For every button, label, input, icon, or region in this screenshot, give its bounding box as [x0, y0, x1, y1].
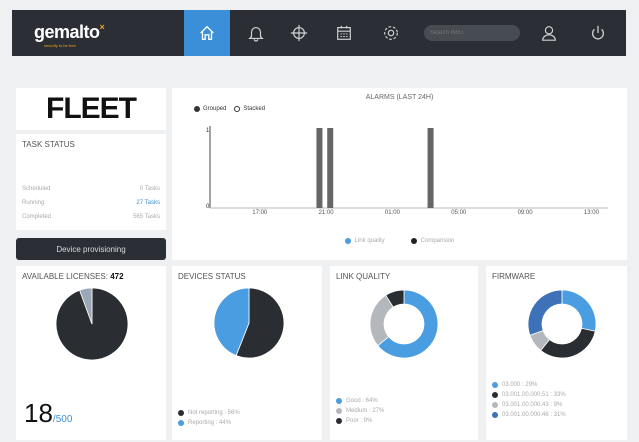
legend-item[interactable]: Not reporting : 56% — [178, 408, 240, 418]
legend-item[interactable]: 03.000 : 29% — [492, 380, 566, 390]
map-nav-button[interactable] — [276, 10, 322, 56]
x-tick-label: 01:00 — [384, 210, 400, 216]
logo-tagline: security to be free — [44, 43, 76, 48]
firmware-donut-chart — [528, 290, 596, 358]
legend-item[interactable]: Good : 64% — [336, 396, 384, 406]
donut-hole — [383, 303, 425, 345]
legend-item[interactable]: Medium : 27% — [336, 406, 384, 416]
user-nav-button[interactable] — [526, 10, 572, 56]
x-tick-label: 17:00 — [252, 210, 268, 216]
fleet-heading: FLEET — [16, 88, 166, 130]
stacked-option[interactable]: Stacked — [234, 106, 265, 112]
calendar-icon — [337, 25, 351, 40]
link-quality-title: LINK QUALITY — [336, 272, 391, 281]
alarms-title: ALARMS (LAST 24H) — [365, 94, 434, 101]
firmware-title: FIRMWARE — [492, 272, 536, 281]
task-status-panel: TASK STATUS Scheduled 0 Tasks Running 27… — [16, 134, 166, 230]
dark-dot-icon — [178, 410, 184, 416]
licenses-title: AVAILABLE LICENSES: 472 — [22, 272, 124, 281]
available-licenses-panel: AVAILABLE LICENSES: 472 18/500 — [16, 266, 166, 440]
task-row-scheduled[interactable]: Scheduled 0 Tasks — [22, 186, 160, 192]
grey-dot-icon — [492, 402, 498, 408]
task-row-completed[interactable]: Completed 565 Tasks — [22, 214, 160, 220]
search-imei-input[interactable] — [424, 25, 520, 41]
link-quality-panel: LINK QUALITY Good : 64% Medium : 27% Poo… — [330, 266, 478, 440]
bell-icon — [248, 27, 264, 42]
home-nav-button[interactable] — [184, 10, 230, 56]
x-tick-label: 13:00 — [583, 210, 599, 216]
x-tick-label: 21:00 — [318, 210, 334, 216]
legend-item[interactable]: 03.001.00.000.51 : 33% — [492, 390, 566, 400]
legend-link-quality[interactable]: Link quality — [344, 238, 385, 244]
gemalto-logo[interactable]: gemalto× — [34, 22, 105, 43]
licenses-used-count: 18/500 — [24, 398, 73, 428]
link-quality-legend: Good : 64% Medium : 27% Poor : 9% — [336, 396, 384, 426]
task-status-title: TASK STATUS — [22, 140, 75, 149]
dark-dot-icon — [492, 392, 498, 398]
logout-button[interactable] — [575, 10, 621, 56]
donut-hole — [541, 303, 583, 345]
navy-dot-icon — [492, 412, 498, 418]
devices-status-legend: Not reporting : 56% Reporting : 44% — [178, 408, 240, 428]
devices-status-pie-chart — [214, 288, 284, 358]
user-icon — [542, 26, 556, 41]
blue-dot-icon — [344, 238, 351, 244]
crosshair-icon — [290, 24, 308, 42]
alarms-nav-button[interactable] — [233, 10, 279, 56]
firmware-panel: FIRMWARE 03.000 : 29% 03.001.00.000.51 :… — [486, 266, 627, 440]
grouped-option[interactable]: Grouped — [194, 106, 226, 112]
task-value: 565 Tasks — [133, 214, 160, 220]
dark-dot-icon — [410, 238, 417, 244]
gear-icon — [384, 26, 398, 40]
blue-dot-icon — [178, 420, 184, 426]
radio-selected-icon — [194, 106, 200, 112]
x-tick-label: 05:00 — [451, 210, 467, 216]
link-quality-donut-chart — [370, 290, 438, 358]
grey-dot-icon — [336, 408, 342, 414]
alarm-bar[interactable] — [327, 128, 334, 208]
home-icon — [200, 25, 214, 40]
devices-status-title: DEVICES STATUS — [178, 272, 246, 281]
device-provisioning-button[interactable]: Device provisioning — [16, 238, 166, 260]
legend-item[interactable]: 03.001.00.000.43 : 9% — [492, 400, 566, 410]
settings-nav-button[interactable] — [368, 10, 414, 56]
task-value: 27 Tasks — [136, 200, 160, 206]
x-tick-label: 09:00 — [517, 210, 533, 216]
alarm-bar[interactable] — [316, 128, 323, 208]
task-row-running[interactable]: Running 27 Tasks — [22, 200, 160, 206]
blue-dot-icon — [336, 398, 342, 404]
blue-dot-icon — [492, 382, 498, 388]
legend-comparision[interactable]: Comparision — [410, 238, 454, 244]
alarms-chart-panel: ALARMS (LAST 24H) Grouped Stacked 1 0 Li… — [172, 88, 627, 260]
chart-mode-toggle: Grouped Stacked — [194, 106, 265, 112]
power-icon — [592, 25, 604, 40]
licenses-pie-chart — [56, 288, 128, 360]
top-navigation-bar: gemalto× security to be free — [12, 10, 626, 56]
alarms-bar-chart — [209, 126, 608, 209]
calendar-nav-button[interactable] — [321, 10, 367, 56]
alarms-legend: Link quality Comparision — [172, 238, 627, 244]
legend-item[interactable]: Reporting : 44% — [178, 418, 240, 428]
legend-item[interactable]: Poor : 9% — [336, 416, 384, 426]
devices-status-panel: DEVICES STATUS Not reporting : 56% Repor… — [172, 266, 322, 440]
alarm-bar[interactable] — [427, 128, 434, 208]
dark-dot-icon — [336, 418, 342, 424]
task-value: 0 Tasks — [139, 186, 160, 192]
radio-empty-icon — [234, 106, 241, 112]
legend-item[interactable]: 03.001.00.000.46 : 31% — [492, 410, 566, 420]
firmware-legend: 03.000 : 29% 03.001.00.000.51 : 33% 03.0… — [492, 380, 566, 420]
